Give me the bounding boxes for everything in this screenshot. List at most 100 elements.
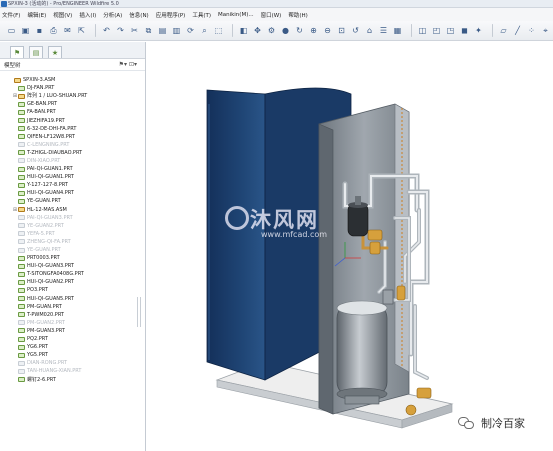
tree-item[interactable]: PQ2.PRT — [0, 335, 145, 343]
shading-icon[interactable]: ● — [280, 25, 291, 36]
tab-folder-browser[interactable]: ▤ — [29, 46, 43, 58]
tree-item[interactable]: HUI-QI-GUAN3.PRT — [0, 262, 145, 270]
part-icon — [18, 360, 25, 366]
wireframe-icon[interactable]: ◫ — [417, 25, 428, 36]
tree-item[interactable]: PRT0003.PRT — [0, 254, 145, 262]
tree-item[interactable]: DJ-FAN.PRT — [0, 84, 145, 92]
tree-item[interactable]: YE-GUAN.PRT — [0, 246, 145, 254]
tree-item[interactable]: T-PWM020.PRT — [0, 311, 145, 319]
datum-point-icon[interactable]: ⁘ — [526, 25, 537, 36]
copy-icon[interactable]: ⧉ — [143, 25, 154, 36]
tree-item[interactable]: DIAN-RONG.PRT — [0, 359, 145, 367]
tree-item[interactable]: YE-GUAN.PRT — [0, 197, 145, 205]
tree-item[interactable]: PM-GUAN2.PRT — [0, 319, 145, 327]
zoom-out-icon[interactable]: ⊖ — [322, 25, 333, 36]
tree-item[interactable]: PAI-QI-GUAN3.PRT — [0, 214, 145, 222]
find-icon[interactable]: ⌕ — [199, 25, 210, 36]
datum-axis-icon[interactable]: ╱ — [512, 25, 523, 36]
tab-favorites[interactable]: ★ — [48, 46, 62, 58]
tree-item[interactable]: FA-BAN.PRT — [0, 108, 145, 116]
tree-item-label: PAI-QI-GUAN3.PRT — [27, 214, 73, 221]
tree-item[interactable]: ⊞ HL-12-MAS.ASM — [0, 206, 145, 214]
paste-special-icon[interactable]: ▥ — [171, 25, 182, 36]
tree-item[interactable]: YG5.PRT — [0, 351, 145, 359]
datum-display-icon[interactable]: ✦ — [473, 25, 484, 36]
tree-item[interactable]: SPXIN-3.ASM — [0, 76, 145, 84]
undo-icon[interactable]: ↶ — [101, 25, 112, 36]
graphics-viewport[interactable]: 沐风网 www.mfcad.com — [147, 42, 553, 451]
save-icon[interactable]: ▪ — [34, 25, 45, 36]
print-icon[interactable]: ⎙ — [48, 25, 59, 36]
menu-item[interactable]: 应用程序(P) — [156, 11, 186, 19]
tree-item[interactable]: YE-GUAN2.PRT — [0, 222, 145, 230]
reorient-icon[interactable]: ↺ — [350, 25, 361, 36]
open-icon[interactable]: ▣ — [20, 25, 31, 36]
menu-item[interactable]: 编辑(E) — [27, 11, 46, 19]
tree-item[interactable]: GE-BAN.PRT — [0, 100, 145, 108]
tree-item[interactable]: TAN-HUANG-XIAN.PRT — [0, 367, 145, 375]
shaded-icon[interactable]: ◼ — [459, 25, 470, 36]
menu-item[interactable]: 工具(T) — [192, 11, 211, 19]
tree-item[interactable]: 6-32-DE-DHI-FA.PRT — [0, 125, 145, 133]
menu-item[interactable]: 帮助(H) — [288, 11, 307, 19]
navigator-tabs: ⚑ ▤ ★ — [0, 42, 145, 59]
repaint-icon[interactable]: ◧ — [238, 25, 249, 36]
tree-item[interactable]: PAI-QI-GUAN1.PRT — [0, 165, 145, 173]
menu-item[interactable]: Manikin(M)... — [218, 12, 254, 18]
tree-settings-icon[interactable]: ⚑▾ ⊡▾ — [119, 61, 137, 68]
tree-item[interactable]: T-SITONGFA0408G.PRT — [0, 270, 145, 278]
menu-item[interactable]: 分析(A) — [103, 11, 122, 19]
tree-item[interactable]: HUI-QI-GUAN2.PRT — [0, 278, 145, 286]
view-manager-icon[interactable]: ▦ — [392, 25, 403, 36]
tree-item[interactable]: Y-127-127-8.PRT — [0, 181, 145, 189]
saved-views-icon[interactable]: ⌂ — [364, 25, 375, 36]
tree-item[interactable]: YG6.PRT — [0, 343, 145, 351]
tree-item[interactable]: T-ZHIGL-DIAUBAO.PRT — [0, 149, 145, 157]
tree-item[interactable]: HUI-QI-GUAN5.PRT — [0, 295, 145, 303]
spin-center-icon[interactable]: ✥ — [252, 25, 263, 36]
no-hidden-icon[interactable]: ◳ — [445, 25, 456, 36]
panel-resize-handle[interactable] — [137, 297, 141, 327]
paste-icon[interactable]: ▤ — [157, 25, 168, 36]
menu-item[interactable]: 插入(I) — [79, 11, 96, 19]
tree-item[interactable]: 螺钉2-6.PRT — [0, 375, 145, 383]
refit-icon[interactable]: ⊡ — [336, 25, 347, 36]
zoom-in-icon[interactable]: ⊕ — [308, 25, 319, 36]
cut-icon[interactable]: ✂ — [129, 25, 140, 36]
datum-plane-icon[interactable]: ▱ — [498, 25, 509, 36]
tree-item[interactable]: DIN-XIAO.PRT — [0, 157, 145, 165]
hidden-line-icon[interactable]: ◰ — [431, 25, 442, 36]
part-icon — [18, 287, 25, 293]
redo-icon[interactable]: ↷ — [115, 25, 126, 36]
menu-item[interactable]: 视图(V) — [53, 11, 72, 19]
layers-icon[interactable]: ☰ — [378, 25, 389, 36]
tree-item[interactable]: QIFEN-LF12W8.PRT — [0, 133, 145, 141]
tree-item[interactable]: C-LENGNING.PRT — [0, 141, 145, 149]
part-icon — [18, 320, 25, 326]
regenerate-icon[interactable]: ⟳ — [185, 25, 196, 36]
tree-item-label: HUI-QI-GUAN2.PRT — [27, 279, 74, 286]
rotate-icon[interactable]: ↻ — [294, 25, 305, 36]
part-icon — [18, 344, 25, 350]
export-icon[interactable]: ⇱ — [76, 25, 87, 36]
new-icon[interactable]: ▭ — [6, 25, 17, 36]
tree-item[interactable]: YEFA-5.PRT — [0, 230, 145, 238]
tree-item-label: T-PWM020.PRT — [27, 311, 64, 318]
orient-icon[interactable]: ⚙ — [266, 25, 277, 36]
tree-item[interactable]: PM-GUAN3.PRT — [0, 327, 145, 335]
assembly-icon — [18, 93, 25, 99]
tree-item[interactable]: ZHENG-QI-FA.PRT — [0, 238, 145, 246]
menu-item[interactable]: 文件(F) — [2, 11, 20, 19]
tree-item[interactable]: PO3.PRT — [0, 286, 145, 294]
tree-item[interactable]: HUI-QI-GUAN1.PRT — [0, 173, 145, 181]
tree-item[interactable]: HUI-QI-GUAN4.PRT — [0, 189, 145, 197]
email-icon[interactable]: ✉ — [62, 25, 73, 36]
tab-model-tree[interactable]: ⚑ — [10, 46, 24, 58]
tree-item[interactable]: JIEZHIFA19.PRT — [0, 116, 145, 124]
csys-icon[interactable]: ⌖ — [540, 25, 551, 36]
select-icon[interactable]: ⬚ — [213, 25, 224, 36]
tree-item[interactable]: ⊞ 阵列 1 / LUO-SHUAN.PRT — [0, 92, 145, 100]
menu-item[interactable]: 信息(N) — [129, 11, 148, 19]
menu-item[interactable]: 窗口(W) — [261, 11, 282, 19]
tree-item[interactable]: PM-GUAN.PRT — [0, 303, 145, 311]
